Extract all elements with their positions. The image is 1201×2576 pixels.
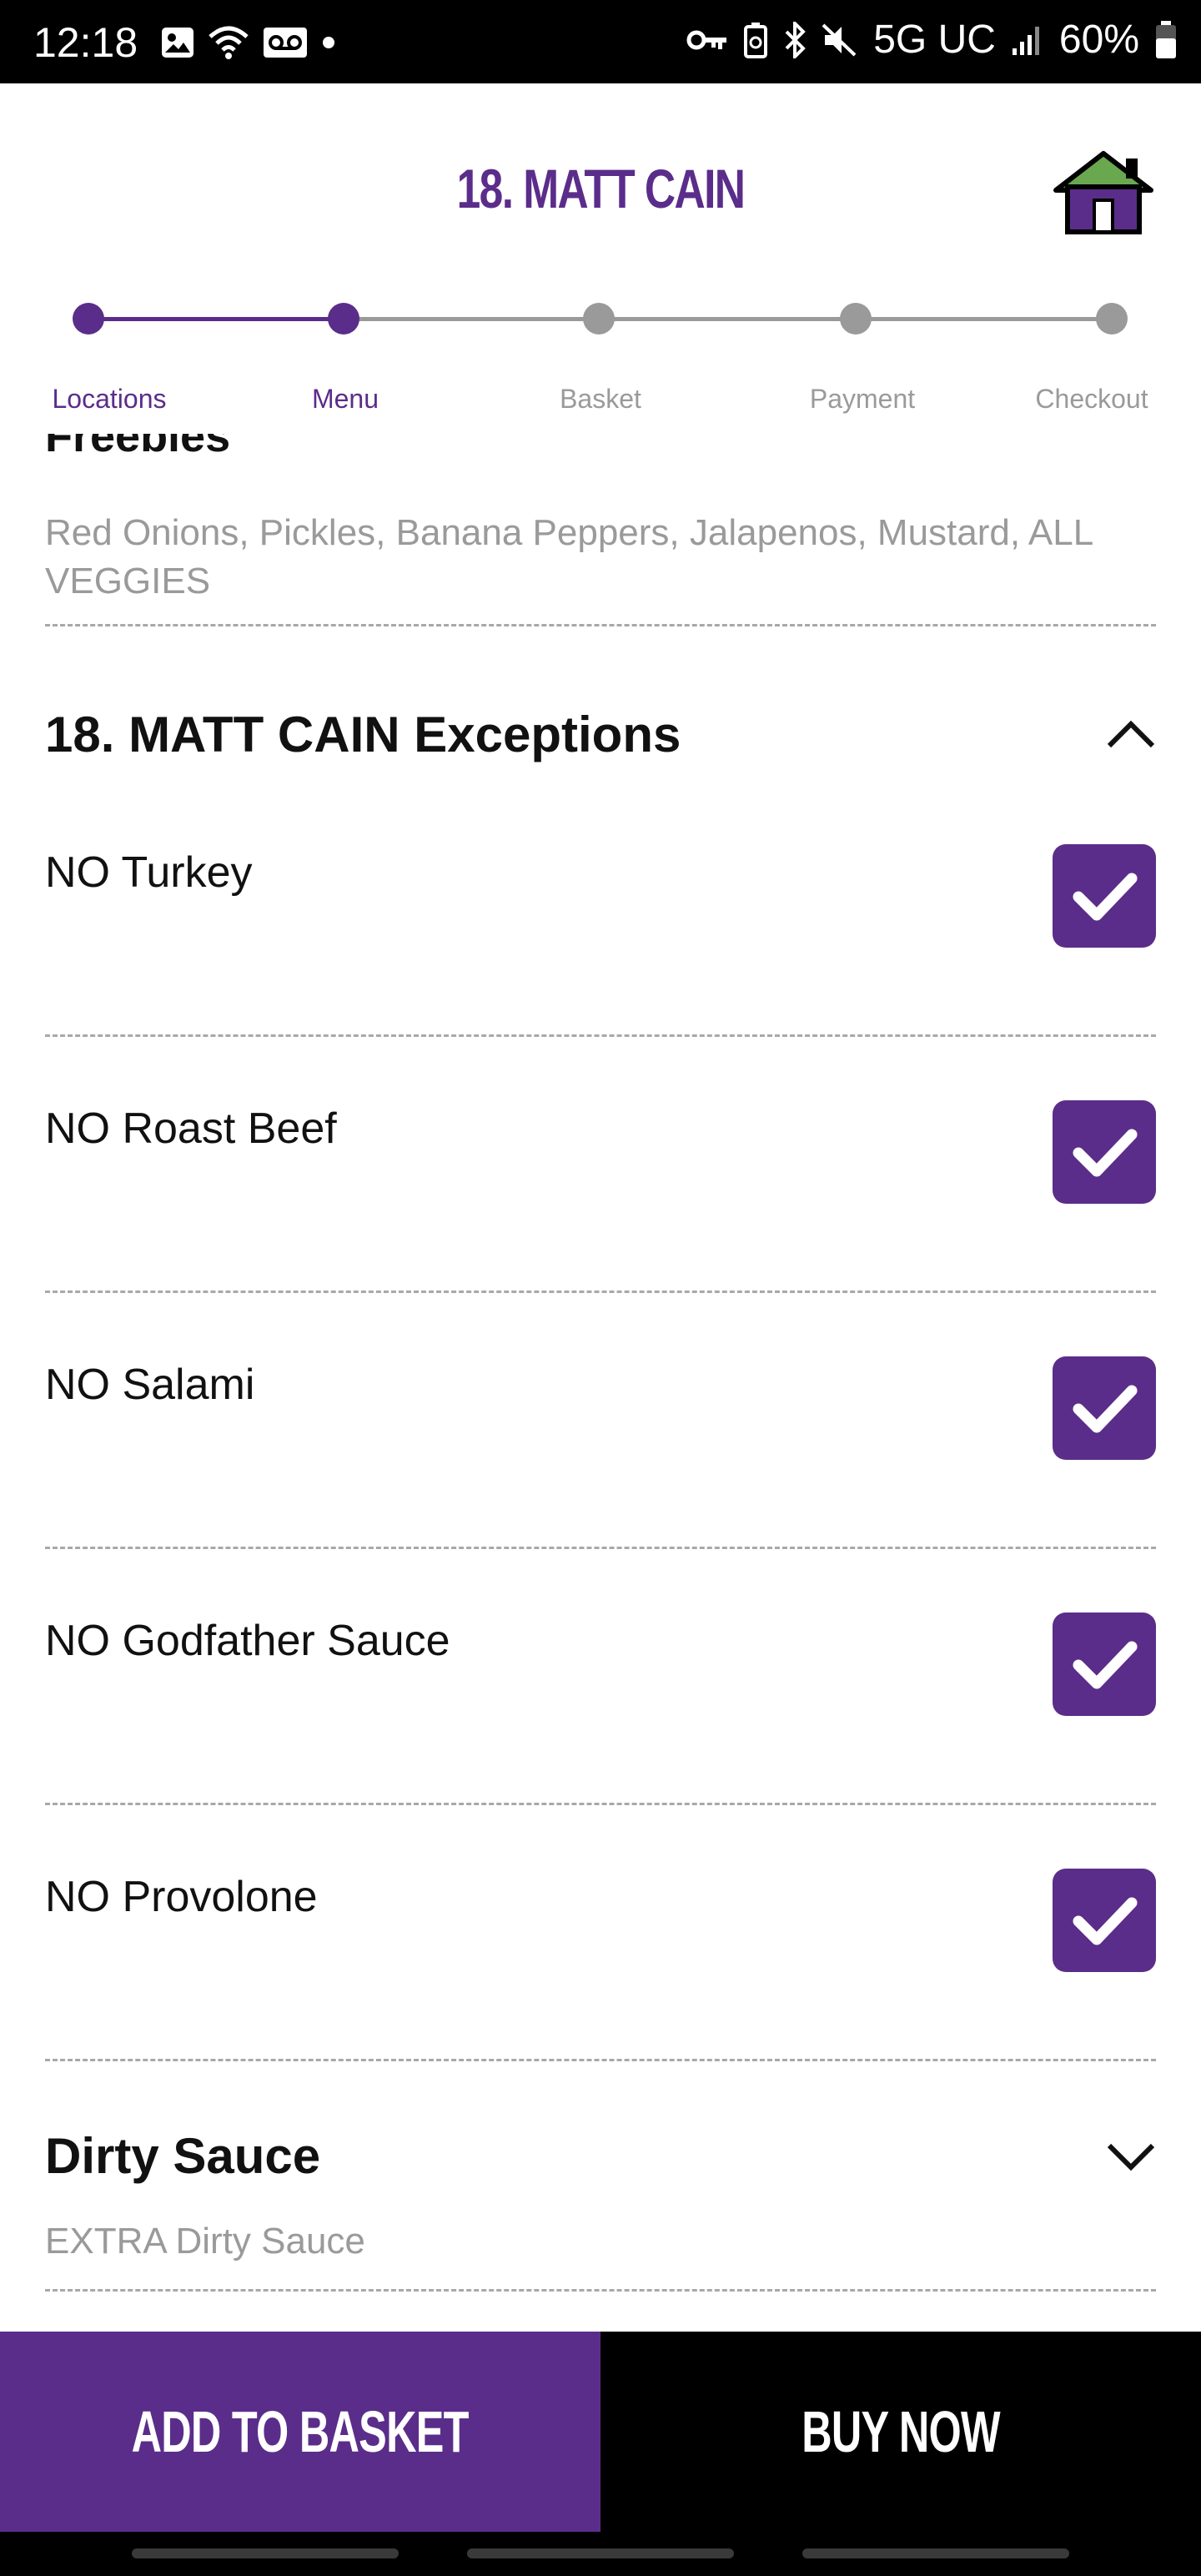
checkmark-icon [1073,1385,1138,1433]
chevron-up-icon[interactable] [1106,717,1156,751]
freebies-items: Red Onions, Pickles, Banana Peppers, Jal… [45,512,1093,601]
step-dot-basket[interactable] [583,303,615,335]
option-label: NO Godfather Sauce [45,1617,450,1665]
battery-icon [1156,21,1176,58]
step-dot-payment[interactable] [840,303,872,335]
battery-percent: 60% [1058,18,1139,62]
nav-back[interactable] [802,2548,1069,2558]
chevron-down-icon[interactable] [1106,2141,1156,2174]
options-scroll-area[interactable]: Freebies Red Onions, Pickles, Banana Pep… [0,434,1201,2332]
system-nav-bar [0,2532,1201,2576]
status-bar: 12:18 5G UC 60% [0,0,1201,83]
bluetooth-icon [785,22,807,58]
progress-line-done [88,317,344,321]
status-right: 5G UC 60% [686,20,1178,60]
option-checkbox-no-godfather-sauce[interactable] [1053,1613,1156,1716]
option-checkbox-no-turkey[interactable] [1053,844,1156,948]
buy-now-button[interactable]: BUY NOW [600,2332,1201,2532]
step-label-payment[interactable]: Payment [810,384,915,415]
checkmark-icon [1073,1897,1138,1945]
add-to-basket-label: ADD TO BASKET [131,2399,470,2464]
divider [45,2059,1156,2061]
exceptions-title[interactable]: 18. MATT CAIN Exceptions [45,706,681,763]
divider [45,1291,1156,1293]
status-left-icons [160,25,337,60]
wifi-icon [209,26,249,59]
option-label: NO Salami [45,1361,255,1409]
dot-icon [323,37,334,48]
nav-recents[interactable] [132,2548,399,2558]
home-icon [1053,151,1153,234]
divider [45,2289,1156,2292]
step-dot-locations[interactable] [73,303,104,335]
checkmark-icon [1073,873,1138,921]
battery-saver-icon [744,23,768,58]
checkmark-icon [1073,1129,1138,1177]
divider [45,1547,1156,1549]
step-label-menu[interactable]: Menu [312,384,379,415]
page-title: 18. MATT CAIN [456,158,746,219]
home-button[interactable] [1049,148,1158,235]
step-label-checkout[interactable]: Checkout [1035,384,1148,415]
add-to-basket-button[interactable]: ADD TO BASKET [0,2332,600,2532]
checkout-progress: Locations Menu Basket Payment Checkout [0,284,1201,417]
freebies-title: Freebies [45,434,231,461]
buy-now-label: BUY NOW [802,2399,1000,2464]
divider [45,1803,1156,1805]
step-label-locations[interactable]: Locations [53,384,167,415]
option-checkbox-no-salami[interactable] [1053,1356,1156,1460]
nav-home[interactable] [467,2548,734,2558]
mute-icon [822,23,857,57]
gallery-icon [162,28,193,58]
step-label-basket[interactable]: Basket [560,384,641,415]
progress-line-pending [344,317,1111,321]
step-dot-checkout[interactable] [1096,303,1128,335]
option-label: NO Turkey [45,848,253,897]
network-label: 5G UC [873,18,996,62]
signal-icon [1012,27,1039,55]
option-label: NO Provolone [45,1873,318,1921]
option-checkbox-no-roast-beef[interactable] [1053,1100,1156,1204]
divider [45,1034,1156,1037]
dirty-sauce-selection: EXTRA Dirty Sauce [45,2221,365,2262]
key-icon [686,30,727,50]
status-time: 12:18 [33,19,138,66]
step-dot-menu[interactable] [328,303,359,335]
divider [45,624,1156,626]
checkmark-icon [1073,1641,1138,1689]
option-checkbox-no-provolone[interactable] [1053,1869,1156,1972]
voicemail-icon [264,28,307,58]
option-label: NO Roast Beef [45,1104,337,1153]
dirty-sauce-title[interactable]: Dirty Sauce [45,2127,320,2185]
